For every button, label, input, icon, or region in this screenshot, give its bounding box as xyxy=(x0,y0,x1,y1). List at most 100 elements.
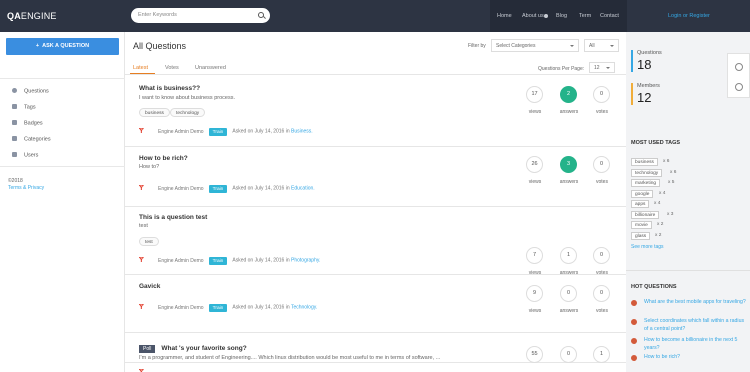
hot-question-item[interactable]: Select coordinates which fall within a r… xyxy=(631,318,747,333)
votes-count: 0 xyxy=(593,247,610,264)
question-author[interactable]: Engine Admin Demo xyxy=(158,186,204,192)
tag-count: x 3 xyxy=(667,212,674,217)
question-title[interactable]: Poll What 's your favorite song? xyxy=(139,345,247,353)
answers-label: answers xyxy=(559,308,579,314)
gear-icon[interactable] xyxy=(735,83,743,91)
login-register-link[interactable]: Login or Register xyxy=(668,13,710,19)
votes-count: 1 xyxy=(593,346,610,363)
category-select[interactable]: Select Categories xyxy=(491,39,579,52)
tab-latest[interactable]: Latest xyxy=(133,65,148,71)
views-count: 9 xyxy=(526,285,543,302)
question-tag[interactable]: test xyxy=(139,237,159,246)
answers-count: 1 xyxy=(560,247,577,264)
questions-per-page-select[interactable]: 12 xyxy=(589,62,615,73)
sidebar-tag[interactable]: marketing xyxy=(631,179,661,187)
nav-about-us[interactable]: About us xyxy=(522,13,544,19)
nav-home[interactable]: Home xyxy=(497,13,512,19)
sidebar-item-tags[interactable]: Tags xyxy=(12,104,36,111)
question-meta: Ɏ Engine Admin Demo Train Asked on July 14,… xyxy=(139,303,318,312)
question-title[interactable]: How to be rich? xyxy=(139,155,188,162)
question-meta: Ɏ Engine Admin Demo Train Asked on July 14,… xyxy=(139,184,315,193)
user-badge: Train xyxy=(208,304,228,312)
copyright: ©2018 xyxy=(8,178,23,184)
votes-label: votes xyxy=(596,308,608,314)
nav-contact[interactable]: Contact xyxy=(600,13,619,19)
views-count: 7 xyxy=(526,247,543,264)
sidebar-tag[interactable]: movie xyxy=(631,221,652,229)
sidebar-item-questions[interactable]: Questions xyxy=(12,88,49,95)
tag-count: x 6 xyxy=(663,159,670,164)
search-icon[interactable] xyxy=(258,12,264,18)
hot-question-item[interactable]: How to be rich? xyxy=(631,354,747,362)
question-category[interactable]: Business. xyxy=(291,129,313,135)
question-tag[interactable]: technology xyxy=(170,108,206,117)
questions-per-page-label: Questions Per Page: xyxy=(538,66,585,72)
votes-label: votes xyxy=(596,109,608,115)
question-author[interactable]: Engine Admin Demo xyxy=(158,258,204,264)
members-stat-count: 12 xyxy=(637,90,652,105)
terms-privacy-link[interactable]: Terms & Privacy xyxy=(8,185,44,191)
votes-label: votes xyxy=(596,179,608,185)
top-bar: QAENGINE Enter Keywords Home About us Bl… xyxy=(0,0,750,32)
tab-votes[interactable]: Votes xyxy=(165,65,179,71)
votes-count: 0 xyxy=(593,156,610,173)
question-title[interactable]: This is a question test xyxy=(139,214,207,221)
question-title[interactable]: Gavick xyxy=(139,283,160,290)
views-label: views xyxy=(528,179,542,185)
filter-label: Filter by xyxy=(468,43,486,49)
question-tag[interactable]: business xyxy=(139,108,170,117)
questions-stat-count: 18 xyxy=(637,57,652,72)
views-count: 55 xyxy=(526,346,543,363)
avatar xyxy=(631,319,637,325)
hot-question-item[interactable]: What are the best mobile apps for travel… xyxy=(631,299,747,307)
answers-count: 2 xyxy=(560,86,577,103)
nav-term[interactable]: Term xyxy=(579,13,591,19)
avatar xyxy=(631,355,637,361)
tag-count: x 5 xyxy=(668,180,675,185)
ask-question-button[interactable]: + ASK A QUESTION xyxy=(6,38,119,55)
sidebar-tag[interactable]: billionaire xyxy=(631,211,660,219)
question-item: Poll What 's your favorite song? I'm a pr… xyxy=(125,332,626,372)
sidebar-tag[interactable]: technology xyxy=(631,169,663,177)
question-author[interactable]: Engine Admin Demo xyxy=(158,305,204,311)
badge-icon xyxy=(12,120,17,125)
views-label: views xyxy=(528,109,542,115)
question-title[interactable]: What is business?? xyxy=(139,85,200,92)
see-more-tags-link[interactable]: See more tags xyxy=(631,244,664,250)
user-avatar-icon: Ɏ xyxy=(139,184,144,192)
question-icon xyxy=(12,88,17,93)
main-nav: Home About us Blog Term Contact xyxy=(490,0,627,32)
sidebar-item-users[interactable]: Users xyxy=(12,152,38,159)
tag-count: x 6 xyxy=(670,170,677,175)
sidebar-item-badges[interactable]: Badges xyxy=(12,120,43,127)
avatar xyxy=(631,338,637,344)
site-logo[interactable]: QAENGINE xyxy=(7,11,57,21)
divider xyxy=(0,78,125,79)
question-category[interactable]: Education. xyxy=(291,186,315,192)
answers-count: 3 xyxy=(560,156,577,173)
search-input[interactable]: Enter Keywords xyxy=(131,8,270,23)
question-category[interactable]: Technology. xyxy=(291,305,317,311)
sidebar-tag[interactable]: google xyxy=(631,190,654,198)
members-stat: Members 12 xyxy=(631,83,727,105)
settings-icon[interactable] xyxy=(735,63,743,71)
hot-question-item[interactable]: How to become a billionaire in the next … xyxy=(631,337,747,352)
tag-count: x 2 xyxy=(655,233,662,238)
sidebar-item-categories[interactable]: Categories xyxy=(12,136,51,143)
question-category[interactable]: Photography. xyxy=(291,258,320,264)
sidebar-tag[interactable]: glass xyxy=(631,232,651,240)
chevron-down-icon[interactable] xyxy=(544,14,548,18)
question-author[interactable]: Engine Admin Demo xyxy=(158,129,204,135)
sidebar-tag[interactable]: business xyxy=(631,158,658,166)
user-avatar-icon: Ɏ xyxy=(139,127,144,135)
tab-unanswered[interactable]: Unanswered xyxy=(195,65,226,71)
user-badge: Train xyxy=(208,128,228,136)
nav-blog[interactable]: Blog xyxy=(556,13,567,19)
avatar xyxy=(631,300,637,306)
user-badge: Train xyxy=(208,257,228,265)
sidebar-tag[interactable]: apps xyxy=(631,200,650,208)
chevron-down-icon xyxy=(606,67,610,69)
answers-label: answers xyxy=(559,109,579,115)
filter-all-select[interactable]: All xyxy=(584,39,619,52)
question-meta: Ɏ Engine Admin Demo Train Asked on July 14,… xyxy=(139,127,313,136)
